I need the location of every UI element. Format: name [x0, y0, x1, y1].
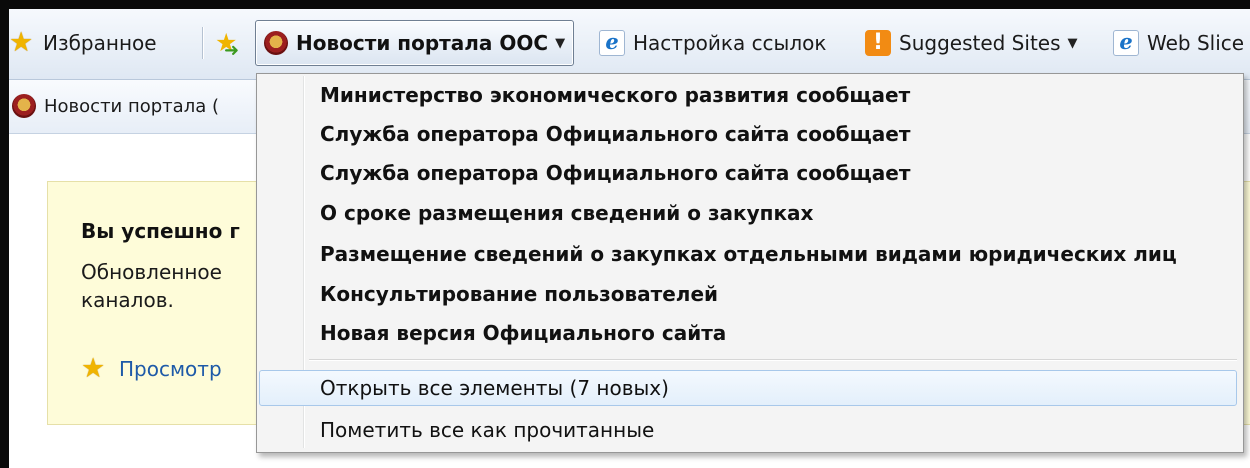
- menu-item-mark-all-read[interactable]: Пометить все как прочитанные: [320, 413, 654, 447]
- feed-dropdown-menu: Министерство экономического развития соо…: [256, 73, 1244, 453]
- tab-feed[interactable]: Новости портала (: [12, 90, 219, 122]
- favorites-star-icon: ★: [81, 353, 106, 384]
- chevron-down-icon: ▼: [555, 35, 566, 51]
- favorites-star-icon: ★: [9, 27, 34, 58]
- menu-item-feed-entry[interactable]: Министерство экономического развития соо…: [320, 78, 910, 112]
- tab-label: Новости портала (: [44, 95, 219, 117]
- toolbar-separator: [202, 27, 204, 59]
- menu-item-feed-entry[interactable]: Служба оператора Официального сайта сооб…: [320, 156, 910, 190]
- favorites-button[interactable]: ★ Избранное: [9, 23, 157, 63]
- suggested-sites-icon: !: [865, 30, 891, 56]
- favorites-link-suggested-sites[interactable]: ! Suggested Sites ▼: [865, 23, 1078, 63]
- menu-item-open-all[interactable]: Открыть все элементы (7 новых): [320, 371, 669, 405]
- notice-text-line: Обновленное: [81, 260, 222, 284]
- favorites-link-label: Web Slice: [1147, 31, 1245, 55]
- menu-item-feed-entry[interactable]: Размещение сведений о закупках отдельным…: [320, 237, 1177, 271]
- menu-item-feed-entry[interactable]: Служба оператора Официального сайта сооб…: [320, 117, 910, 151]
- notice-title: Вы успешно г: [81, 219, 240, 243]
- feed-dropdown-button[interactable]: Новости портала ООС ▼: [255, 20, 575, 66]
- add-to-favorites-bar-button[interactable]: ★ ➜: [215, 23, 249, 63]
- feed-button-label: Новости портала ООС: [296, 31, 549, 55]
- menu-item-feed-entry[interactable]: О сроке размещения сведений о закупках: [320, 196, 813, 230]
- ie-page-icon: e: [1113, 30, 1139, 56]
- add-to-favorites-icon: ★ ➜: [215, 28, 240, 62]
- view-feed-link-label: Просмотр: [119, 357, 222, 381]
- menu-separator: [309, 359, 1237, 361]
- favorites-bar: ★ Избранное ★ ➜ Новости портала ООС ▼ e Н…: [9, 9, 1250, 80]
- favorites-link-customize[interactable]: e Настройка ссылок: [599, 23, 826, 63]
- view-feed-link[interactable]: ★ Просмотр: [81, 353, 222, 384]
- favorites-label: Избранное: [43, 31, 157, 55]
- favorites-link-label: Настройка ссылок: [633, 31, 827, 55]
- chevron-down-icon: ▼: [1067, 35, 1078, 51]
- coat-of-arms-icon: [12, 94, 36, 118]
- favorites-link-label: Suggested Sites: [899, 31, 1061, 55]
- menu-item-feed-entry[interactable]: Новая версия Официального сайта: [320, 316, 726, 350]
- favorites-link-web-slice[interactable]: e Web Slice: [1113, 23, 1244, 63]
- menu-item-feed-entry[interactable]: Консультирование пользователей: [320, 277, 718, 311]
- ie-page-icon: e: [599, 30, 625, 56]
- coat-of-arms-icon: [264, 31, 288, 55]
